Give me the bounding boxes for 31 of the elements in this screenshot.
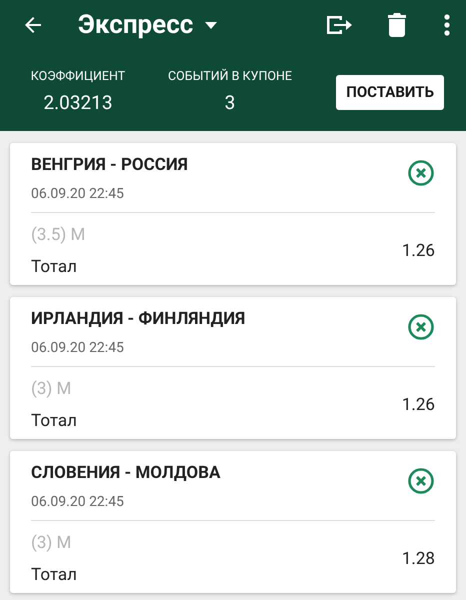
- remove-button[interactable]: [407, 467, 435, 495]
- close-icon: [407, 467, 435, 495]
- odds-value: 1.26: [402, 240, 435, 263]
- market-name: Тотал: [31, 410, 78, 432]
- match-title: СЛОВЕНИЯ - МОЛДОВА: [31, 462, 222, 485]
- odds-value: 1.26: [402, 394, 435, 417]
- event-datetime: 06.09.20 22:45: [31, 492, 125, 512]
- event-datetime: 06.09.20 22:45: [31, 338, 125, 358]
- caret-icon: [205, 22, 218, 28]
- outcome-line: (3) М: [31, 378, 72, 401]
- match-title: ВЕНГРИЯ - РОССИЯ: [31, 154, 189, 177]
- events-label: СОБЫТИЙ В КУПОНЕ: [168, 68, 292, 86]
- place-bet-button[interactable]: ПОСТАВИТЬ: [336, 75, 444, 110]
- remove-button[interactable]: [407, 159, 435, 187]
- outcome-line: (3) М: [31, 532, 72, 555]
- trash-icon[interactable]: [388, 13, 406, 37]
- odds-value: 1.28: [402, 548, 435, 571]
- close-icon: [407, 159, 435, 187]
- events-count: 3: [224, 90, 236, 116]
- export-icon[interactable]: [324, 13, 354, 37]
- coefficient-value: 2.03213: [43, 90, 113, 116]
- event-datetime: 06.09.20 22:45: [31, 184, 125, 204]
- market-name: Тотал: [31, 564, 78, 586]
- market-name: Тотал: [31, 256, 78, 278]
- more-icon[interactable]: [444, 14, 450, 36]
- outcome-line: (3.5) М: [31, 224, 86, 247]
- close-icon: [407, 313, 435, 341]
- title-dropdown[interactable]: Экспресс: [78, 6, 218, 44]
- match-title: ИРЛАНДИЯ - ФИНЛЯНДИЯ: [31, 308, 246, 331]
- coefficient-label: КОЭФФИЦИЕНТ: [30, 68, 126, 86]
- remove-button[interactable]: [407, 313, 435, 341]
